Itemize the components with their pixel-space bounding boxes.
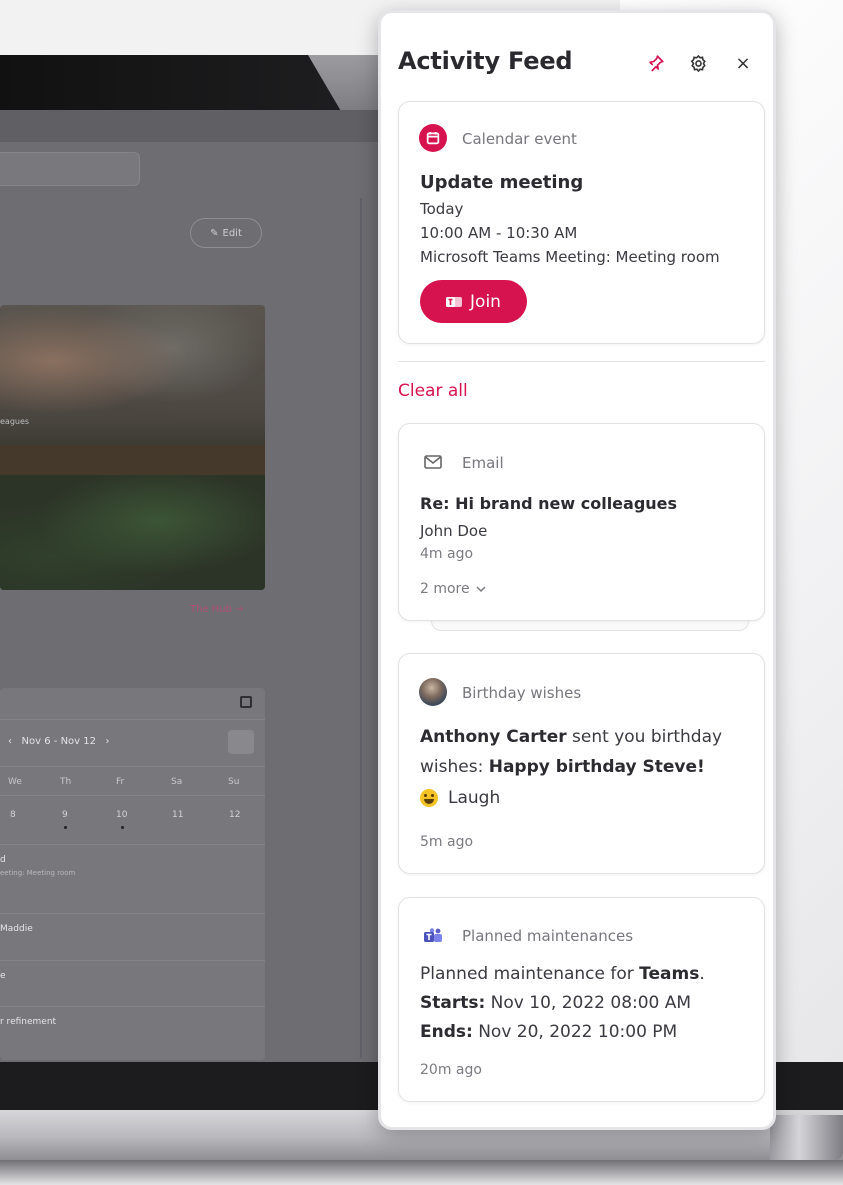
photo-caption: eagues xyxy=(0,417,30,426)
stacked-cards-indicator xyxy=(431,621,749,631)
close-icon[interactable]: × xyxy=(731,51,755,75)
laptop-hinge xyxy=(770,1115,843,1160)
calendar-date[interactable]: 9 xyxy=(62,810,68,820)
event-dot xyxy=(121,826,124,829)
calendar-range-label: Nov 6 - Nov 12 xyxy=(21,736,96,747)
maintenance-prefix: Planned maintenance for xyxy=(420,964,640,984)
maintenance-card[interactable]: Planned maintenances Planned maintenance… xyxy=(398,897,765,1102)
pin-icon[interactable] xyxy=(644,51,668,75)
starts-label: Starts: xyxy=(420,993,486,1013)
card-type-label: Birthday wishes xyxy=(462,684,582,702)
card-type-label: Email xyxy=(462,454,504,472)
starts-value: Nov 10, 2022 08:00 AM xyxy=(485,993,692,1013)
calendar-range[interactable]: ‹ Nov 6 - Nov 12 › xyxy=(8,736,110,747)
app-search-input[interactable] xyxy=(0,152,140,186)
calendar-event-title: Maddie xyxy=(0,924,33,934)
email-sender: John Doe xyxy=(420,522,488,540)
weekday: Su xyxy=(228,777,240,787)
maintenance-time: 20m ago xyxy=(420,1062,482,1078)
card-type-label: Calendar event xyxy=(462,130,577,148)
teams-icon xyxy=(419,922,447,950)
app-divider xyxy=(360,198,362,1058)
calendar-date[interactable]: 11 xyxy=(172,810,183,820)
maintenance-summary: Planned maintenance for Teams. xyxy=(420,960,760,989)
calendar-event-row[interactable]: d eeting: Meeting room xyxy=(0,844,265,884)
email-time: 4m ago xyxy=(420,546,474,562)
avatar xyxy=(419,678,447,706)
calendar-weekdays: We Th Fr Sa Su xyxy=(0,766,265,796)
app-topbar xyxy=(0,110,390,142)
calendar-icon xyxy=(419,124,447,152)
calendar-event-row[interactable]: r refinement xyxy=(0,1006,265,1046)
edit-label: Edit xyxy=(222,227,242,239)
panel-title: Activity Feed xyxy=(398,47,573,75)
reaction[interactable]: Laugh xyxy=(420,788,500,808)
calendar-dropdown-button[interactable] xyxy=(228,730,254,754)
calendar-event-title: e xyxy=(0,971,6,981)
weekday: Fr xyxy=(116,777,125,787)
maintenance-end: Ends: Nov 20, 2022 10:00 PM xyxy=(420,1018,760,1047)
laugh-emoji-icon xyxy=(420,789,438,807)
ends-label: Ends: xyxy=(420,1022,473,1042)
calendar-date[interactable]: 8 xyxy=(10,810,16,820)
ends-value: Nov 20, 2022 10:00 PM xyxy=(472,1022,678,1042)
laptop-shadow xyxy=(0,1160,843,1185)
event-day: Today xyxy=(420,200,464,218)
garden-photo xyxy=(0,475,265,590)
weekday: Sa xyxy=(171,777,183,787)
event-time: 10:00 AM - 10:30 AM xyxy=(420,224,578,242)
calendar-event-row[interactable]: Maddie xyxy=(0,913,265,953)
email-card[interactable]: Email Re: Hi brand new colleagues John D… xyxy=(398,423,765,621)
gear-icon[interactable] xyxy=(686,51,710,75)
clear-all-link[interactable]: Clear all xyxy=(398,381,468,401)
event-dot xyxy=(64,826,67,829)
calendar-event-row[interactable]: e xyxy=(0,960,265,1000)
office-photo xyxy=(0,305,265,445)
join-button[interactable]: Join xyxy=(420,280,527,323)
maintenance-suffix: . xyxy=(699,964,705,984)
birthday-card[interactable]: Birthday wishes Anthony Carter sent you … xyxy=(398,653,765,874)
maintenance-start: Starts: Nov 10, 2022 08:00 AM xyxy=(420,989,760,1018)
weekday: We xyxy=(8,777,22,787)
pencil-icon: ✎ xyxy=(210,227,219,239)
weekday: Th xyxy=(60,777,72,787)
envelope-icon xyxy=(419,448,447,476)
event-title: Update meeting xyxy=(420,172,584,193)
tent-photo xyxy=(0,445,265,475)
birthday-time: 5m ago xyxy=(420,834,474,850)
maintenance-service: Teams xyxy=(639,964,700,984)
hub-photo: eagues xyxy=(0,305,265,590)
chevron-right-icon[interactable]: › xyxy=(106,736,110,747)
edit-button[interactable]: ✎ Edit xyxy=(190,218,262,248)
event-location: Microsoft Teams Meeting: Meeting room xyxy=(420,248,720,266)
calendar-event-card[interactable]: Calendar event Update meeting Today 10:0… xyxy=(398,101,765,344)
birthday-message: Anthony Carter sent you birthday wishes:… xyxy=(420,722,750,782)
chevron-down-icon xyxy=(476,585,486,592)
calendar-event-location: eeting: Meeting room xyxy=(0,869,76,877)
calendar-header xyxy=(0,688,265,720)
calendar-event-title: d xyxy=(0,855,6,865)
more-label: 2 more xyxy=(420,581,470,597)
join-label: Join xyxy=(470,291,501,312)
activity-feed-panel: Activity Feed × Calendar event Update me… xyxy=(378,10,776,1130)
the-hub-link[interactable]: The Hub → xyxy=(190,604,244,615)
teams-icon xyxy=(446,296,463,307)
calendar-date[interactable]: 10 xyxy=(116,810,127,820)
card-type-label: Planned maintenances xyxy=(462,927,634,945)
calendar-widget: ‹ Nov 6 - Nov 12 › We Th Fr Sa Su 8 9 10… xyxy=(0,688,265,1060)
maintenance-details: Planned maintenance for Teams. Starts: N… xyxy=(420,960,760,1047)
calendar-date[interactable]: 12 xyxy=(229,810,240,820)
calendar-icon[interactable] xyxy=(240,696,252,708)
app-screen: ✎ Edit eagues The Hub → ‹ Nov 6 - Nov 12… xyxy=(0,110,390,1065)
sender-name: Anthony Carter xyxy=(420,727,567,747)
show-more-button[interactable]: 2 more xyxy=(420,581,486,597)
reaction-label: Laugh xyxy=(448,788,501,808)
calendar-event-title: r refinement xyxy=(0,1017,57,1027)
section-divider xyxy=(398,361,765,362)
wish-text: Happy birthday Steve! xyxy=(488,757,705,777)
email-subject: Re: Hi brand new colleagues xyxy=(420,494,678,513)
chevron-left-icon[interactable]: ‹ xyxy=(8,736,12,747)
